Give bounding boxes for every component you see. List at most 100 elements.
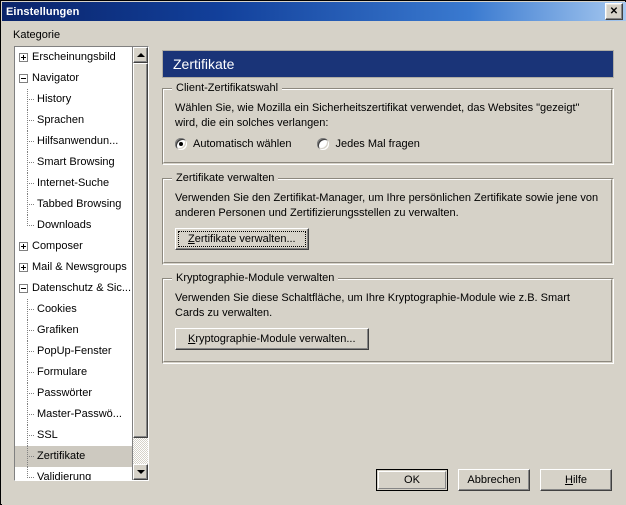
group-body: Verwenden Sie den Zertifikat-Manager, um… <box>163 179 613 260</box>
button-label: ertifikate verwalten... <box>195 233 296 245</box>
sidebar-item-popup-fenster[interactable]: PopUp-Fenster <box>15 341 133 362</box>
button-accel-key: K <box>188 333 195 345</box>
sidebar-item-ssl[interactable]: SSL <box>15 425 133 446</box>
sidebar-item-label: Erscheinungsbild <box>32 52 116 63</box>
tree-connector-icon <box>27 131 35 152</box>
sidebar-item-datenschutz-sic[interactable]: Datenschutz & Sic... <box>15 278 133 299</box>
radio-indicator[interactable] <box>317 138 329 150</box>
tree-connector-icon <box>27 341 35 362</box>
sidebar-item-grafiken[interactable]: Grafiken <box>15 320 133 341</box>
sidebar-item-label: Zertifikate <box>37 451 85 462</box>
sidebar-item-validierung[interactable]: Validierung <box>15 467 133 480</box>
group-manage-crypto-modules: Kryptographie-Module verwalten Verwenden… <box>162 278 614 364</box>
sidebar-item-label: Sprachen <box>37 115 84 126</box>
tree-connector-icon <box>27 173 35 194</box>
category-tree-scrollbar[interactable] <box>132 47 148 480</box>
expand-plus-icon[interactable] <box>19 263 28 272</box>
tree-connector-icon <box>27 152 35 173</box>
button-accel-key: H <box>565 474 573 486</box>
sidebar-item-downloads[interactable]: Downloads <box>15 215 133 236</box>
tree-connector-icon <box>27 467 35 480</box>
button-label: Abbrechen <box>467 474 520 486</box>
arrow-up-icon[interactable] <box>133 47 148 63</box>
sidebar-item-label: Master-Passwö... <box>37 409 122 420</box>
tree-connector-icon <box>27 446 35 467</box>
group-description: Wählen Sie, wie Mozilla ein Sicherheitsz… <box>175 101 601 131</box>
sidebar-item-smart-browsing[interactable]: Smart Browsing <box>15 152 133 173</box>
manage-crypto-modules-button[interactable]: Kryptographie-Module verwalten... <box>175 328 369 350</box>
sidebar-item-label: Formulare <box>37 367 87 378</box>
close-icon[interactable]: ✕ <box>605 3 623 20</box>
sidebar-item-label: SSL <box>37 430 58 441</box>
button-label: ryptographie-Module verwalten... <box>195 333 355 345</box>
sidebar-item-label: Passwörter <box>37 388 92 399</box>
expand-plus-icon[interactable] <box>19 53 28 62</box>
sidebar-item-sprachen[interactable]: Sprachen <box>15 110 133 131</box>
sidebar-item-formulare[interactable]: Formulare <box>15 362 133 383</box>
sidebar-item-cookies[interactable]: Cookies <box>15 299 133 320</box>
sidebar-item-label: PopUp-Fenster <box>37 346 112 357</box>
radio-label: Automatisch wählen <box>193 138 291 150</box>
group-title: Kryptographie-Module verwalten <box>172 272 338 284</box>
panel-header: Zertifikate <box>162 50 614 78</box>
tree-connector-icon <box>27 89 35 110</box>
radio-label: Jedes Mal fragen <box>335 138 419 150</box>
group-body: Wählen Sie, wie Mozilla ein Sicherheitsz… <box>163 89 613 160</box>
button-label: OK <box>404 474 420 486</box>
sidebar-item-label: Tabbed Browsing <box>37 199 121 210</box>
help-button[interactable]: Hilfe <box>540 469 612 491</box>
settings-panel: Zertifikate Client-Zertifikatswahl Wähle… <box>162 26 614 466</box>
sidebar-item-internet-suche[interactable]: Internet-Suche <box>15 173 133 194</box>
sidebar-item-erscheinungsbild[interactable]: Erscheinungsbild <box>15 47 133 68</box>
sidebar-item-label: Smart Browsing <box>37 157 115 168</box>
category-tree[interactable]: Erscheinungsbild Navigator History Sprachen… <box>14 46 149 481</box>
tree-connector-icon <box>27 194 35 215</box>
sidebar-item-passworter[interactable]: Passwörter <box>15 383 133 404</box>
category-tree-items: Erscheinungsbild Navigator History Sprachen… <box>15 47 133 480</box>
group-title: Zertifikate verwalten <box>172 172 278 184</box>
dialog-client-area: Kategorie Erscheinungsbild Navigator Histo… <box>2 21 626 505</box>
sidebar-item-hilfsanwendun[interactable]: Hilfsanwendun... <box>15 131 133 152</box>
settings-window: Einstellungen ✕ Kategorie Erscheinungsbi… <box>0 0 626 505</box>
scrollbar-track[interactable] <box>133 63 148 464</box>
cancel-button[interactable]: Abbrechen <box>458 469 530 491</box>
sidebar-item-tabbed-browsing[interactable]: Tabbed Browsing <box>15 194 133 215</box>
sidebar-item-label: History <box>37 94 71 105</box>
tree-connector-icon <box>27 110 35 131</box>
sidebar-item-composer[interactable]: Composer <box>15 236 133 257</box>
arrow-down-glyph <box>137 470 145 474</box>
tree-connector-icon <box>27 320 35 341</box>
manage-certificates-button[interactable]: Zertifikate verwalten... <box>175 228 309 250</box>
group-description: Verwenden Sie diese Schaltfläche, um Ihr… <box>175 291 601 321</box>
arrow-down-icon[interactable] <box>133 464 148 480</box>
sidebar-item-label: Composer <box>32 241 83 252</box>
sidebar-item-mail-newsgroups[interactable]: Mail & Newsgroups <box>15 257 133 278</box>
sidebar-item-master-passwo[interactable]: Master-Passwö... <box>15 404 133 425</box>
sidebar-item-history[interactable]: History <box>15 89 133 110</box>
radio-group-cert-selection: Automatisch wählen Jedes Mal fragen <box>175 138 601 150</box>
ok-button[interactable]: OK <box>376 469 448 491</box>
sidebar-item-label: Hilfsanwendun... <box>37 136 118 147</box>
expand-plus-icon[interactable] <box>19 242 28 251</box>
button-accel-key: Z <box>188 233 195 245</box>
category-label: Kategorie <box>13 29 60 41</box>
dialog-footer: OK Abbrechen Hilfe <box>376 469 612 491</box>
radio-jedes-mal-fragen[interactable]: Jedes Mal fragen <box>317 138 419 150</box>
tree-connector-icon <box>27 362 35 383</box>
collapse-minus-icon[interactable] <box>19 74 28 83</box>
sidebar-item-zertifikate[interactable]: Zertifikate <box>15 446 133 467</box>
arrow-up-glyph <box>137 53 145 57</box>
collapse-minus-icon[interactable] <box>19 284 28 293</box>
tree-connector-icon <box>27 383 35 404</box>
group-manage-certificates: Zertifikate verwalten Verwenden Sie den … <box>162 178 614 265</box>
tree-connector-icon <box>27 404 35 425</box>
group-body: Verwenden Sie diese Schaltfläche, um Ihr… <box>163 279 613 360</box>
sidebar-item-label: Grafiken <box>37 325 79 336</box>
sidebar-item-label: Internet-Suche <box>37 178 109 189</box>
tree-connector-icon <box>27 425 35 446</box>
radio-indicator[interactable] <box>175 138 187 150</box>
sidebar-item-navigator[interactable]: Navigator <box>15 68 133 89</box>
sidebar-item-label: Downloads <box>37 220 91 231</box>
scrollbar-thumb[interactable] <box>133 63 148 438</box>
radio-automatisch-waehlen[interactable]: Automatisch wählen <box>175 138 291 150</box>
